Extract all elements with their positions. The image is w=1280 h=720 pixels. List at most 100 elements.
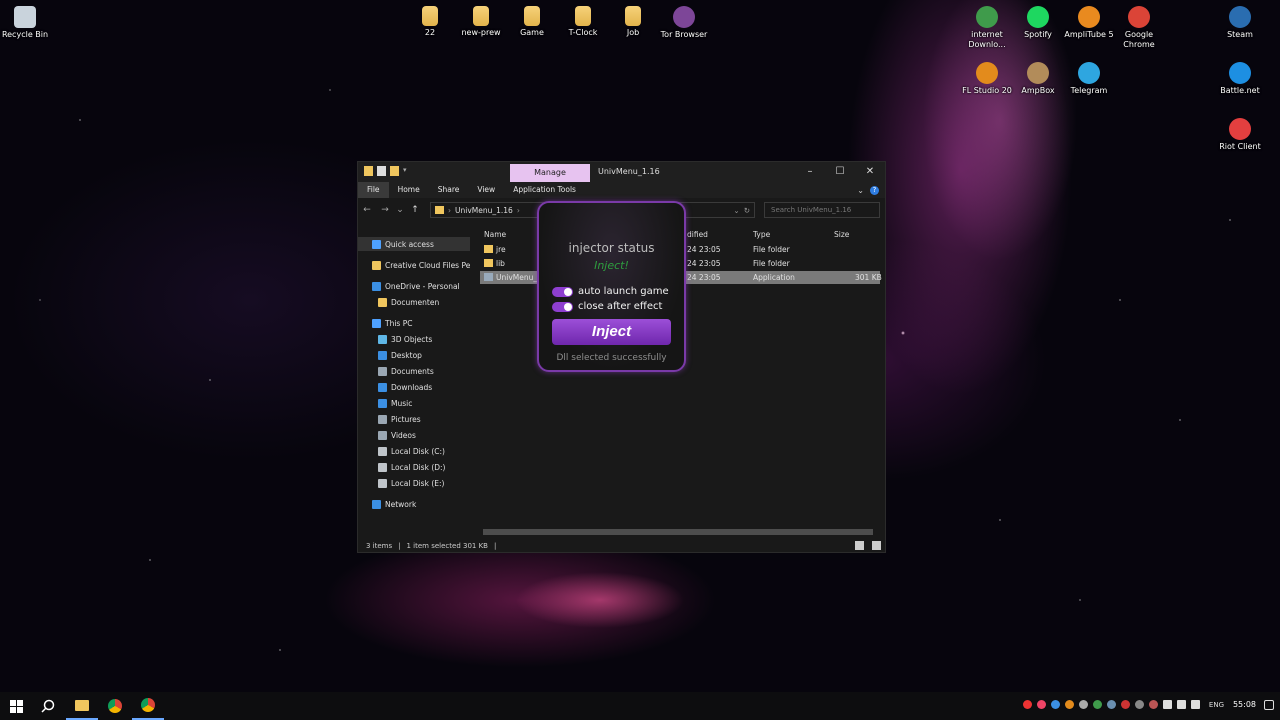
taskbar-file-explorer[interactable] — [66, 692, 98, 720]
app-tray-icon[interactable] — [1064, 700, 1074, 709]
close-button[interactable]: ✕ — [855, 162, 885, 182]
help-icon[interactable]: ? — [870, 185, 879, 195]
desktop-icon[interactable]: AmpBox — [1009, 62, 1067, 96]
language-indicator[interactable]: ENG — [1209, 701, 1224, 709]
sidebar-item-label: Desktop — [391, 350, 422, 360]
sidebar-item-pictures[interactable]: Pictures — [358, 412, 470, 426]
injector-status-message: Dll selected successfully — [556, 353, 667, 363]
refresh-icon[interactable]: ↻ — [744, 206, 750, 215]
chevron-down-icon[interactable]: ▾ — [403, 166, 407, 176]
sidebar-item-creative-cloud-files-per[interactable]: Creative Cloud Files Per — [358, 258, 470, 272]
close-after-toggle-row[interactable]: close after effect — [552, 301, 662, 312]
forward-arrow-icon[interactable]: → — [376, 205, 394, 215]
tab-home[interactable]: Home — [389, 182, 429, 198]
tab-manage[interactable]: Manage — [510, 164, 590, 182]
tab-file[interactable]: File — [358, 182, 389, 198]
recent-locations-icon[interactable]: ⌄ — [394, 205, 406, 215]
folder-icon[interactable] — [364, 166, 373, 176]
tab-application-tools[interactable]: Application Tools — [504, 182, 585, 198]
clock[interactable]: 55:08 — [1233, 700, 1256, 709]
desktop-icon[interactable]: Riot Client — [1211, 118, 1269, 152]
sidebar-item-desktop[interactable]: Desktop — [358, 348, 470, 362]
desktop-icon[interactable]: new-prew — [452, 6, 510, 38]
status-divider: | — [398, 541, 401, 550]
sidebar-item-local-disk-d[interactable]: Local Disk (D:) — [358, 460, 470, 474]
desktop-icon[interactable]: Game — [503, 6, 561, 38]
breadcrumb[interactable]: UnivMenu_1.16 — [455, 206, 513, 215]
cloud-icon[interactable] — [1078, 700, 1088, 709]
title-bar[interactable]: ▾ Manage UnivMenu_1.16 – ☐ ✕ — [358, 162, 885, 182]
desktop-icon[interactable]: Spotify — [1009, 6, 1067, 40]
sidebar-item-documenten[interactable]: Documenten — [358, 295, 470, 309]
app-tray-icon[interactable] — [1120, 700, 1130, 709]
app-tray-icon[interactable] — [1148, 700, 1158, 709]
details-view-icon[interactable] — [855, 541, 864, 550]
view-toggle — [855, 541, 881, 550]
desktop-icon[interactable]: internet Downlo... — [958, 6, 1016, 50]
close-after-toggle[interactable] — [552, 301, 573, 312]
volume-icon[interactable] — [1176, 700, 1186, 709]
sidebar-item-documents[interactable]: Documents — [358, 364, 470, 378]
discord-icon[interactable] — [1036, 700, 1046, 709]
network-icon[interactable] — [1162, 700, 1172, 709]
column-header-size[interactable]: Size — [834, 230, 849, 239]
sidebar-item-this-pc[interactable]: This PC — [358, 316, 470, 330]
column-header-name[interactable]: Name — [484, 230, 506, 239]
search-button[interactable] — [32, 692, 64, 720]
desktop-icon[interactable]: 22 — [401, 6, 459, 38]
expand-ribbon-icon[interactable]: ⌄ — [857, 186, 864, 195]
notification-icon[interactable] — [1264, 700, 1274, 710]
ribbon-tabs: File Home Share View Application Tools ⌄… — [358, 182, 885, 198]
status-bar: 3 items | 1 item selected 301 KB | — [358, 538, 885, 553]
tab-share[interactable]: Share — [429, 182, 469, 198]
app-tray-icon[interactable] — [1092, 700, 1102, 709]
desktop-icon[interactable]: Job — [604, 6, 662, 38]
desktop-icon-label: Game — [520, 28, 544, 37]
sidebar-item-3d-objects[interactable]: 3D Objects — [358, 332, 470, 346]
large-icons-view-icon[interactable] — [872, 541, 881, 550]
sidebar-item-music[interactable]: Music — [358, 396, 470, 410]
desktop-icon[interactable]: Tor Browser — [655, 6, 713, 40]
address-dropdown-icon[interactable]: ⌄ — [733, 206, 739, 215]
sidebar-item-onedrive-personal[interactable]: OneDrive - Personal — [358, 279, 470, 293]
sidebar-item-network[interactable]: Network — [358, 497, 470, 511]
horizontal-scrollbar[interactable] — [471, 528, 885, 536]
maximize-button[interactable]: ☐ — [825, 162, 855, 182]
desktop-icon[interactable]: Google Chrome — [1110, 6, 1168, 50]
up-arrow-icon[interactable]: ↑ — [406, 205, 424, 215]
app-tray-icon[interactable] — [1134, 700, 1144, 709]
minimize-button[interactable]: – — [795, 162, 825, 182]
desktop-icon[interactable]: Recycle Bin — [0, 6, 54, 40]
app-tray-icon[interactable] — [1050, 700, 1060, 709]
column-header-date[interactable]: dified — [687, 230, 708, 239]
sidebar-item-quick-access[interactable]: Quick access — [358, 237, 470, 251]
desktop-icon[interactable]: Telegram — [1060, 62, 1118, 96]
folder-icon — [435, 206, 444, 214]
wifi-icon[interactable] — [1190, 700, 1200, 709]
desktop-icon[interactable]: FL Studio 20 — [958, 62, 1016, 96]
network-icon — [372, 499, 381, 509]
back-arrow-icon[interactable]: ← — [358, 205, 376, 215]
sidebar-item-local-disk-c[interactable]: Local Disk (C:) — [358, 444, 470, 458]
sidebar-item-local-disk-e[interactable]: Local Disk (E:) — [358, 476, 470, 490]
inject-button[interactable]: Inject — [552, 319, 671, 345]
tor-browser-icon — [673, 6, 695, 28]
new-folder-icon[interactable] — [390, 166, 399, 176]
desktop-icon[interactable]: Battle.net — [1211, 62, 1269, 96]
properties-icon[interactable] — [377, 166, 386, 176]
column-header-type[interactable]: Type — [753, 230, 770, 239]
auto-launch-toggle[interactable] — [552, 286, 573, 297]
scrollbar-thumb[interactable] — [483, 529, 873, 535]
tab-view[interactable]: View — [468, 182, 504, 198]
desktop-icon[interactable]: Steam — [1211, 6, 1269, 40]
injector-dialog[interactable]: injector status Inject! auto launch game… — [537, 201, 686, 372]
taskbar-chrome[interactable] — [99, 692, 131, 720]
search-input[interactable]: Search UnivMenu_1.16 — [764, 202, 880, 218]
taskbar-chrome-profile[interactable] — [132, 692, 164, 720]
auto-launch-toggle-row[interactable]: auto launch game — [552, 286, 669, 297]
sidebar-item-videos[interactable]: Videos — [358, 428, 470, 442]
sidebar-item-downloads[interactable]: Downloads — [358, 380, 470, 394]
steam-icon[interactable] — [1106, 700, 1116, 709]
start-button[interactable] — [0, 692, 32, 720]
record-icon[interactable] — [1022, 700, 1032, 709]
